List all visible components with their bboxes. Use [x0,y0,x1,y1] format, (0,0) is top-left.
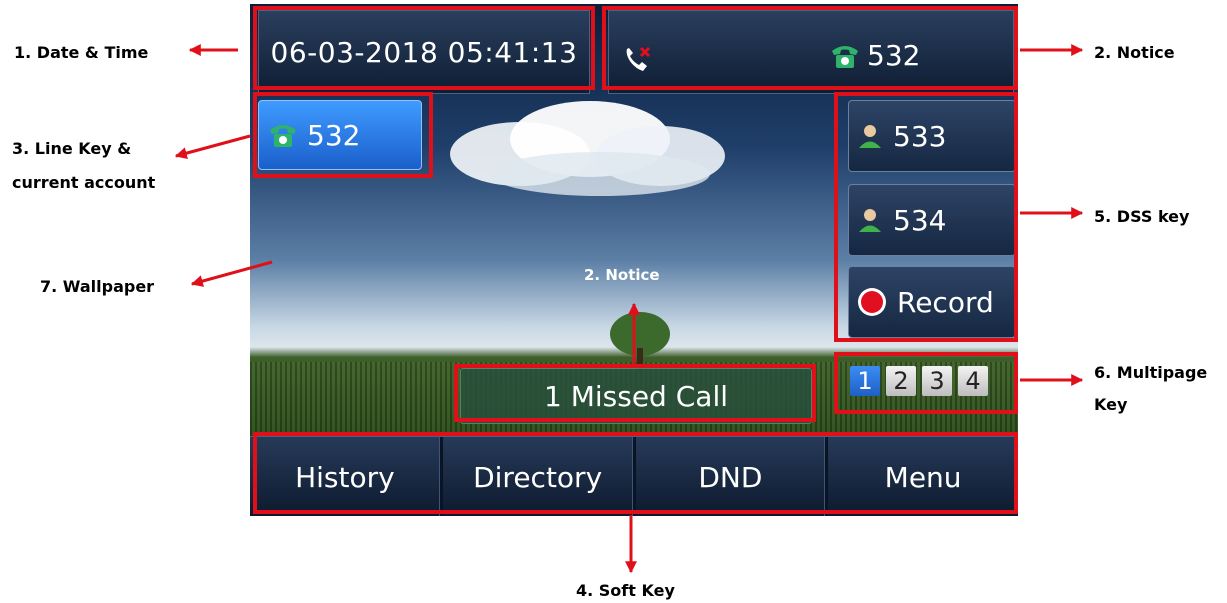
callout-notice: 2. Notice [1094,43,1175,62]
highlight-notice [602,6,1018,90]
highlight-soft-key [253,432,1018,514]
highlight-date-time [253,6,595,90]
highlight-line-key [253,92,433,178]
callout-date-time: 1. Date & Time [14,43,149,62]
callout-current-account: current account [12,173,156,192]
callout-multipage-key-2: Key [1094,395,1128,414]
callout-dss-key: 5. DSS key [1094,207,1190,226]
highlight-multipage-key [834,352,1018,414]
callout-notice-inner: 2. Notice [584,266,660,284]
callout-line-key: 3. Line Key & [12,139,132,158]
cloud-image [450,101,725,196]
highlight-dss-key [834,92,1018,342]
callout-multipage-key: 6. Multipage [1094,363,1208,382]
callout-wallpaper: 7. Wallpaper [40,277,155,296]
callout-soft-key: 4. Soft Key [576,581,675,600]
highlight-missed-call [454,364,816,422]
